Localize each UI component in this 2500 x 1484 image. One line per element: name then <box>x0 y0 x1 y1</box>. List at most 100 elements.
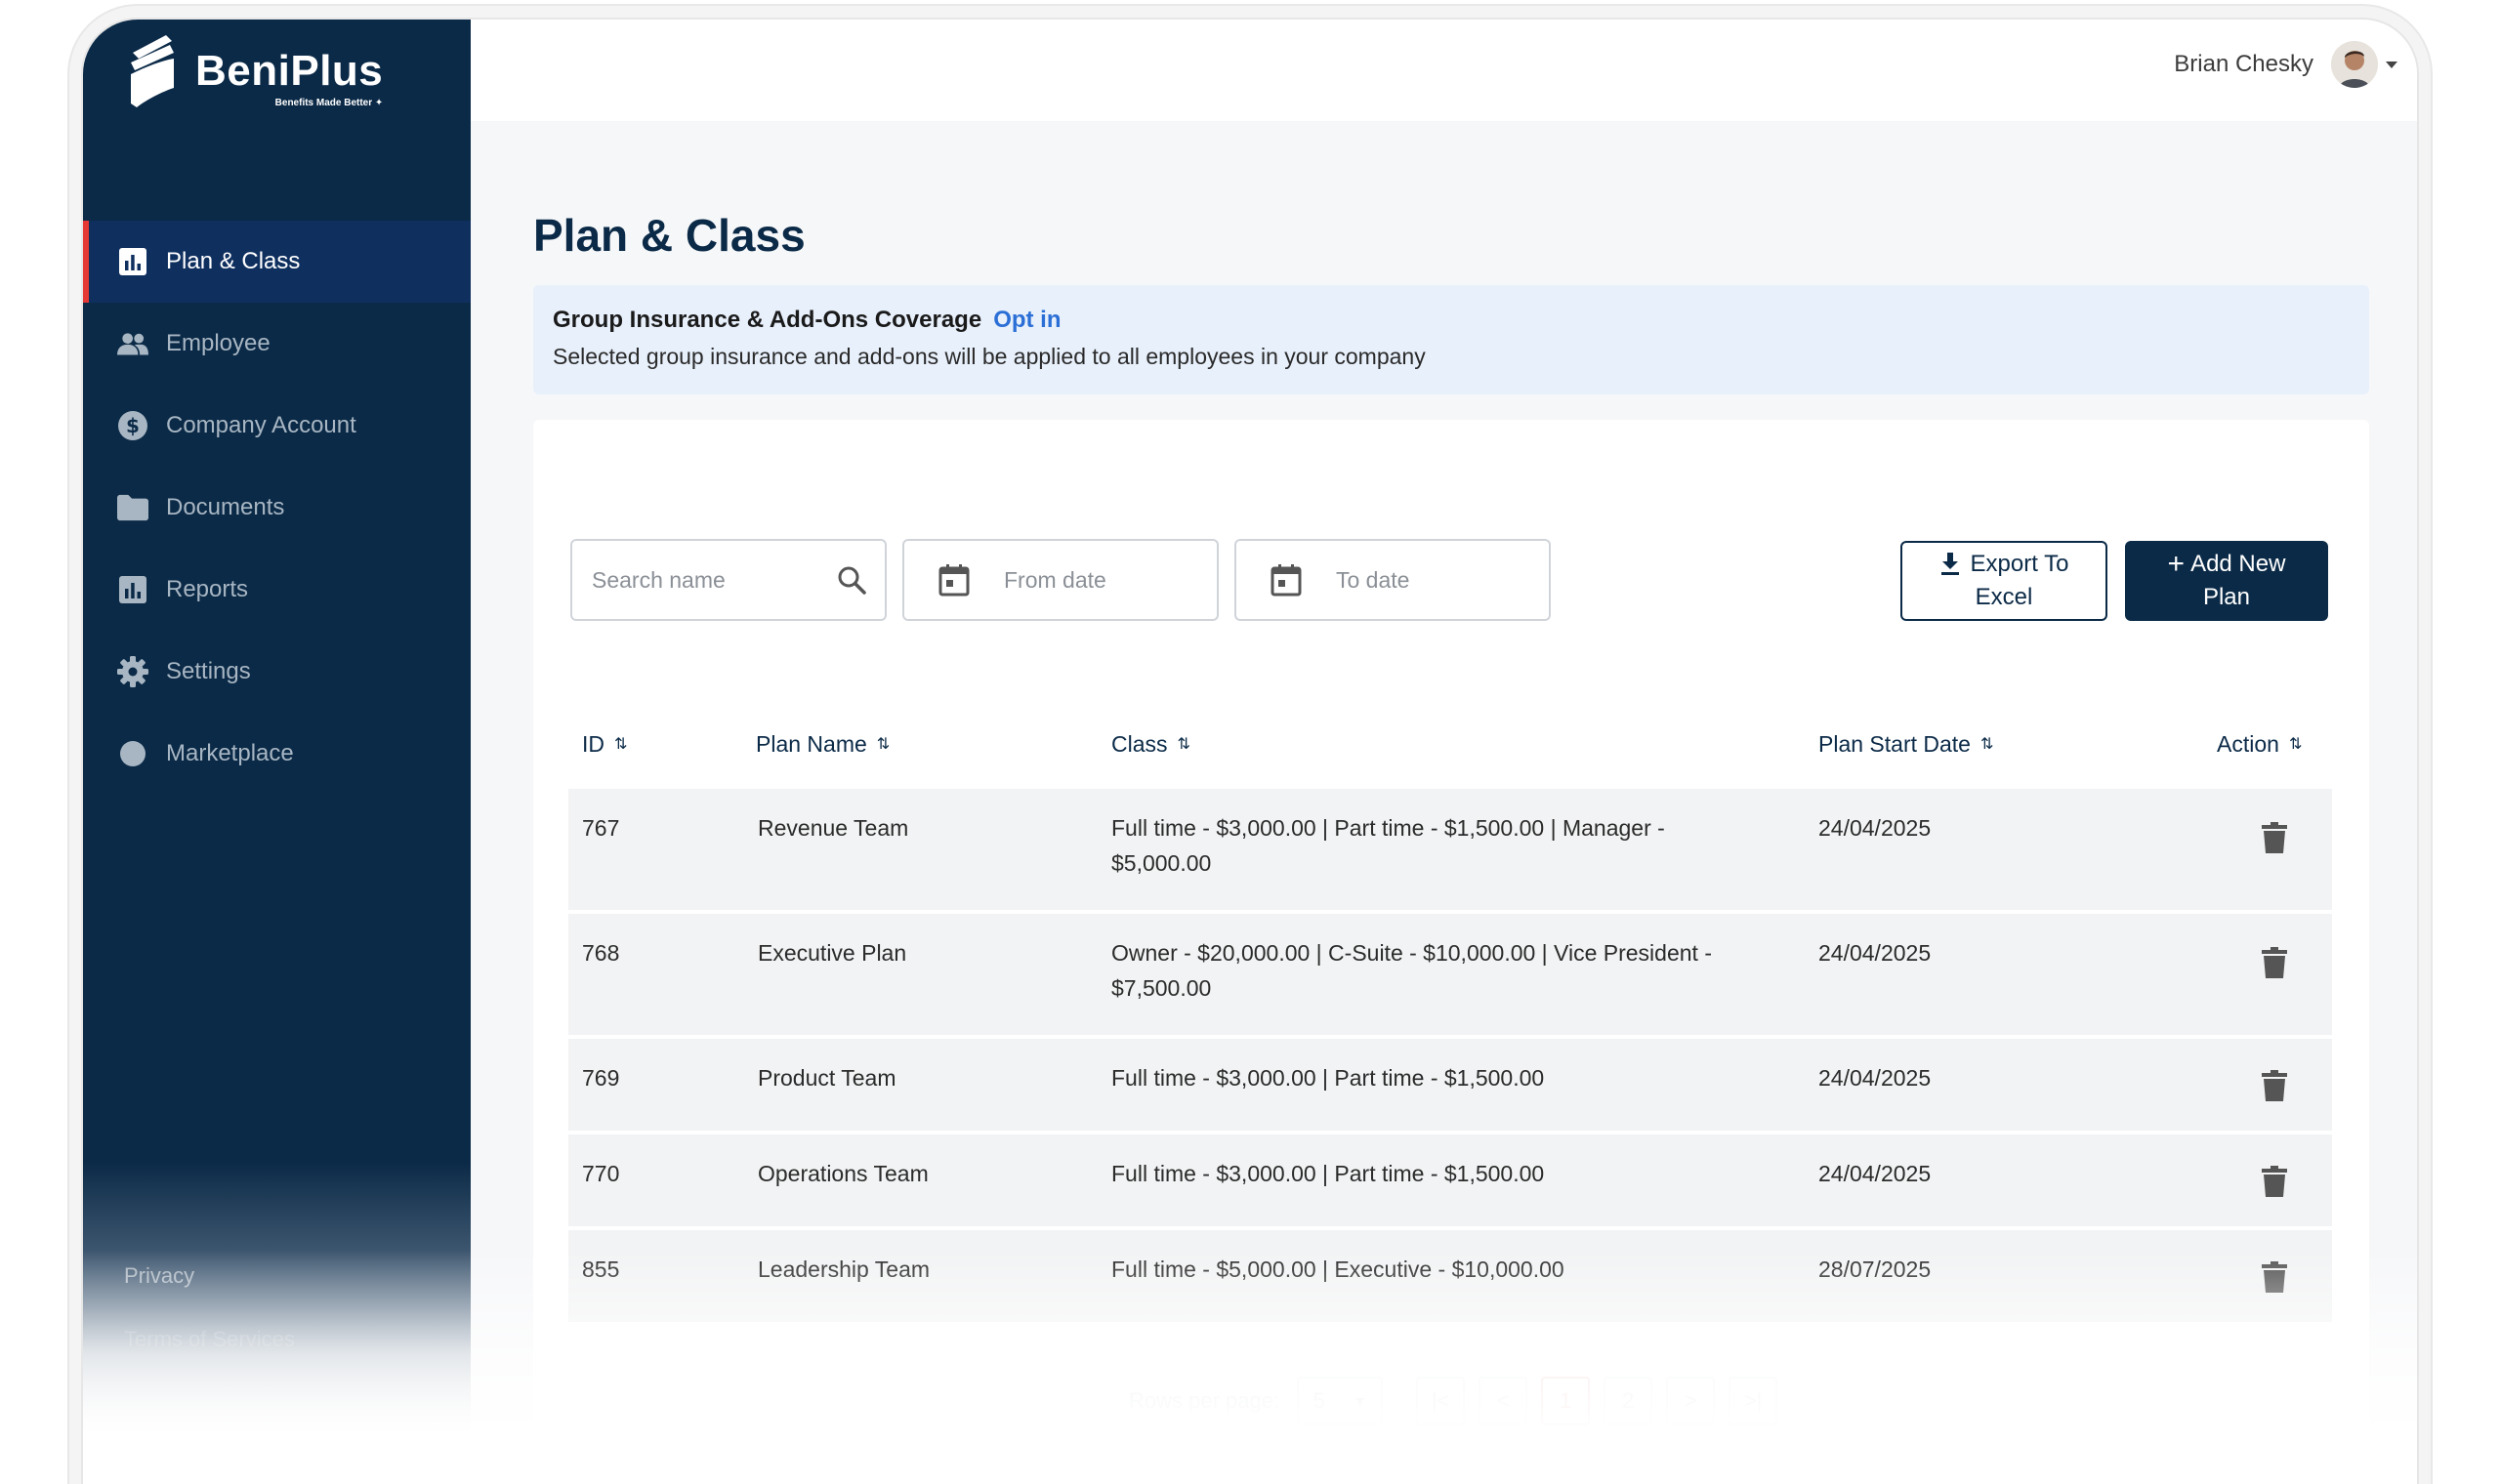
cell-plan-name: Executive Plan <box>758 940 907 966</box>
prev-page-button[interactable]: < <box>1479 1377 1528 1425</box>
sidebar-item-company-account[interactable]: $ Company Account <box>83 385 471 467</box>
circle-icon <box>117 738 148 769</box>
sidebar-nav: Plan & Class Employee $ Company Account … <box>83 221 471 795</box>
cell-start-date: 24/04/2025 <box>1818 1161 1932 1186</box>
sidebar-item-label: Plan & Class <box>166 248 301 274</box>
cell-id: 768 <box>582 940 620 966</box>
cell-id: 855 <box>582 1257 620 1282</box>
trash-icon[interactable] <box>2262 1261 2287 1293</box>
calendar-icon[interactable] <box>938 563 971 597</box>
sidebar-item-label: Company Account <box>166 412 356 438</box>
sort-icon[interactable]: ⇅ <box>1178 734 1190 754</box>
column-header-plan-name[interactable]: Plan Name ⇅ <box>756 731 890 758</box>
add-label-line1: Add New <box>2190 551 2286 577</box>
table-header: ID ⇅ Plan Name ⇅ Class ⇅ Plan Start Date ⇅ A… <box>568 713 2332 775</box>
top-bar: Brian Chesky <box>471 20 2417 121</box>
plans-card: Search name From date To date Export To … <box>533 420 2369 1484</box>
export-to-excel-button[interactable]: Export To Excel <box>1900 541 2107 621</box>
trash-icon[interactable] <box>2262 1166 2287 1197</box>
add-label-line2: Plan <box>2202 584 2251 610</box>
folder-icon <box>117 492 148 523</box>
next-page-button[interactable]: > <box>1666 1377 1716 1425</box>
column-header-class[interactable]: Class ⇅ <box>1111 731 1190 758</box>
from-date-input[interactable]: From date <box>902 539 1219 621</box>
privacy-link[interactable]: Privacy <box>124 1263 194 1289</box>
cell-class: Full time - $3,000.00 | Part time - $1,5… <box>1111 1161 1545 1186</box>
column-label: ID <box>582 730 604 757</box>
sort-icon[interactable]: ⇅ <box>614 734 627 754</box>
export-label-line1: Export To <box>1970 551 2069 577</box>
brand-name: BeniPlus <box>195 47 384 95</box>
cell-id: 769 <box>582 1065 620 1091</box>
table-row[interactable]: 768 Executive Plan Owner - $20,000.00 | … <box>568 914 2332 1035</box>
column-label: Class <box>1111 730 1168 757</box>
last-page-button[interactable]: >| <box>1729 1377 1778 1425</box>
sidebar-item-settings[interactable]: Settings <box>83 631 471 713</box>
export-label-line2: Excel <box>1975 584 2033 610</box>
sort-icon[interactable]: ⇅ <box>2289 734 2302 754</box>
page-button[interactable]: 2 <box>1604 1377 1653 1425</box>
cell-plan-name: Leadership Team <box>758 1257 931 1282</box>
sidebar-item-reports[interactable]: Reports <box>83 549 471 631</box>
trash-icon[interactable] <box>2262 947 2287 978</box>
avatar[interactable] <box>2331 41 2378 88</box>
cell-id: 770 <box>582 1161 620 1186</box>
add-new-plan-button[interactable]: + Add New Plan <box>2125 541 2328 621</box>
opt-in-link[interactable]: Opt in <box>993 307 1061 333</box>
sidebar-item-label: Reports <box>166 576 249 602</box>
user-menu[interactable]: Brian Chesky <box>2174 41 2397 88</box>
rows-per-page-select[interactable]: 5 ▼ <box>1297 1377 1384 1425</box>
column-header-id[interactable]: ID ⇅ <box>582 731 627 758</box>
table-row[interactable]: 769 Product Team Full time - $3,000.00 |… <box>568 1039 2332 1131</box>
cell-start-date: 24/04/2025 <box>1818 1065 1932 1091</box>
user-name: Brian Chesky <box>2174 51 2313 77</box>
sidebar-item-marketplace[interactable]: Marketplace <box>83 713 471 795</box>
chevron-down-icon[interactable] <box>2386 61 2397 68</box>
app-window: BeniPlus Benefits Made Better ✦ Plan & C… <box>83 20 2417 1484</box>
page-button[interactable]: 1 <box>1541 1377 1591 1425</box>
sort-icon[interactable]: ⇅ <box>1980 734 1993 754</box>
banner-heading: Group Insurance & Add-Ons Coverage <box>553 307 982 333</box>
table-row[interactable]: 770 Operations Team Full time - $3,000.0… <box>568 1134 2332 1226</box>
dollar-icon: $ <box>117 410 148 441</box>
bar-chart-icon <box>117 246 148 277</box>
column-header-plan-start-date[interactable]: Plan Start Date ⇅ <box>1818 731 1993 758</box>
rows-per-page-value: 5 <box>1312 1388 1325 1413</box>
sidebar-item-employee[interactable]: Employee <box>83 303 471 385</box>
cell-class: Owner - $20,000.00 | C-Suite - $10,000.0… <box>1111 935 1736 1006</box>
banner-text: Selected group insurance and add-ons wil… <box>553 344 1426 369</box>
first-page-button[interactable]: |< <box>1416 1377 1466 1425</box>
class-line: Owner - $20,000.00 | C-Suite - $10,000.0… <box>1111 940 1712 966</box>
terms-link[interactable]: Terms of Services <box>124 1327 295 1352</box>
cell-start-date: 28/07/2025 <box>1818 1257 1932 1282</box>
search-icon[interactable] <box>836 564 867 596</box>
page-title: Plan & Class <box>533 210 806 261</box>
cell-plan-name: Revenue Team <box>758 815 909 841</box>
trash-icon[interactable] <box>2262 1070 2287 1101</box>
sidebar-item-plan-class[interactable]: Plan & Class <box>83 221 471 303</box>
cell-id: 767 <box>582 815 620 841</box>
search-input[interactable]: Search name <box>570 539 887 621</box>
column-header-action[interactable]: Action ⇅ <box>2217 731 2302 758</box>
beniplus-logo-icon <box>131 35 174 107</box>
table-row[interactable]: 767 Revenue Team Full time - $3,000.00 |… <box>568 789 2332 910</box>
column-label: Plan Name <box>756 730 867 757</box>
rows-per-page-label: Rows per page: <box>1129 1388 1280 1413</box>
table-row[interactable]: 855 Leadership Team Full time - $5,000.0… <box>568 1230 2332 1322</box>
sidebar-item-label: Documents <box>166 494 285 520</box>
sidebar-item-documents[interactable]: Documents <box>83 467 471 549</box>
class-line: $5,000.00 <box>1111 850 1212 876</box>
cell-class: Full time - $5,000.00 | Executive - $10,… <box>1111 1257 1564 1282</box>
to-date-input[interactable]: To date <box>1234 539 1551 621</box>
sidebar-item-label: Settings <box>166 658 251 684</box>
brand-logo[interactable]: BeniPlus Benefits Made Better ✦ <box>127 31 383 109</box>
coverage-banner: Group Insurance & Add-Ons Coverage Opt in… <box>533 285 2369 394</box>
calendar-icon[interactable] <box>1270 563 1303 597</box>
plus-icon: + <box>2167 548 2186 580</box>
banner-title: Group Insurance & Add-Ons Coverage Opt in <box>553 307 2350 334</box>
sort-icon[interactable]: ⇅ <box>877 734 890 754</box>
trash-icon[interactable] <box>2262 822 2287 853</box>
svg-text:$: $ <box>126 414 140 437</box>
sidebar: BeniPlus Benefits Made Better ✦ Plan & C… <box>83 20 471 1484</box>
report-icon <box>117 574 148 605</box>
